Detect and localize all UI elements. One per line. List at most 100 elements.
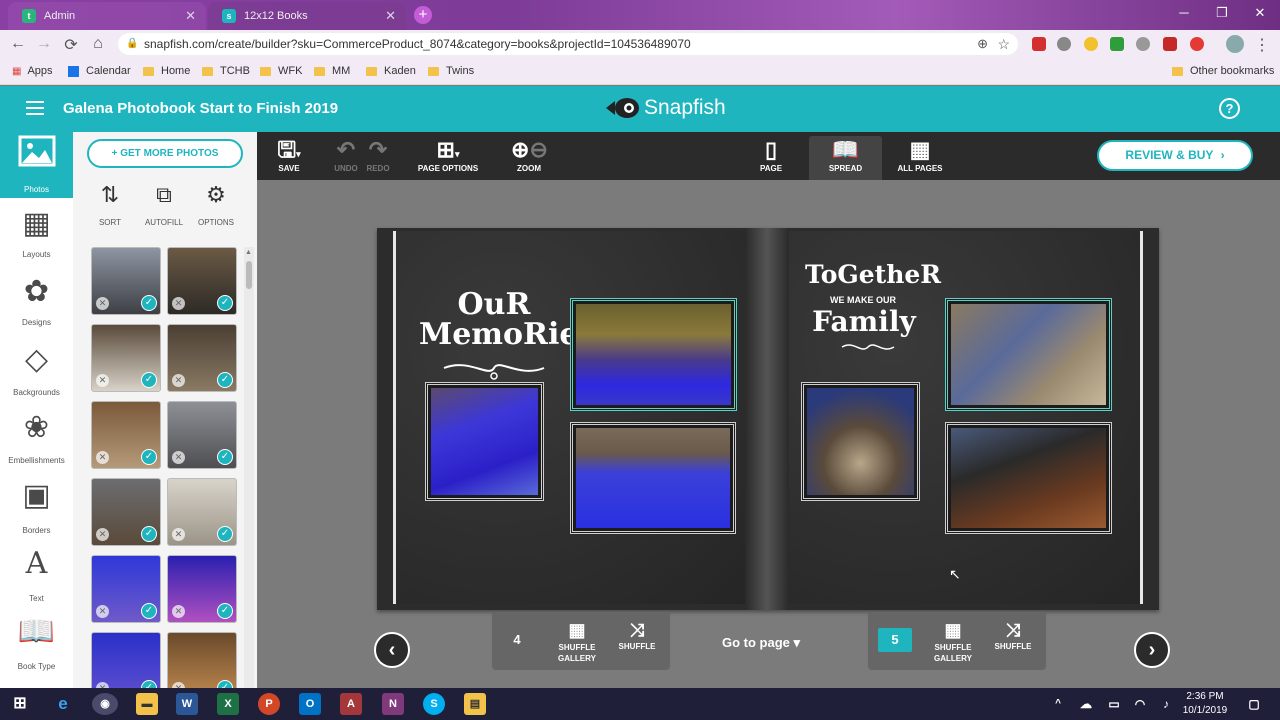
remove-photo-icon[interactable]: ✕ <box>96 297 109 310</box>
shuffle-gallery-button-left[interactable]: ▦ SHUFFLE GALLERY <box>552 618 602 664</box>
skype-icon[interactable]: S <box>423 693 445 715</box>
rail-item-layouts[interactable]: ▦ Layouts <box>0 206 73 259</box>
photo-thumbnail[interactable]: ✕ ✓ <box>167 478 237 546</box>
bookmark-kaden[interactable]: Kaden <box>366 65 416 77</box>
forward-icon[interactable]: → <box>34 35 54 53</box>
remove-photo-icon[interactable]: ✕ <box>172 528 185 541</box>
photo-thumbnail[interactable]: ✕ ✓ <box>91 632 161 688</box>
browser-menu-icon[interactable]: ⋮ <box>1252 35 1272 55</box>
onenote-icon[interactable]: N <box>382 693 404 715</box>
zoom-button[interactable]: ⊕⊖ ZOOM <box>511 136 548 173</box>
get-more-photos-button[interactable]: + GET MORE PHOTOS <box>87 139 243 168</box>
volume-icon[interactable]: ♪ <box>1156 693 1176 715</box>
autofill-button[interactable]: ⧉ AUTOFILL <box>139 180 189 227</box>
close-tab-icon[interactable]: ✕ <box>385 8 396 24</box>
extension-badge-icon[interactable] <box>1163 37 1177 51</box>
sticky-notes-icon[interactable]: ▤ <box>464 693 486 715</box>
url-input[interactable]: 🔒 snapfish.com/create/builder?sku=Commer… <box>118 33 1018 55</box>
file-explorer-icon[interactable]: ▬ <box>136 693 158 715</box>
review-and-buy-button[interactable]: REVIEW & BUY › <box>1097 140 1253 171</box>
redo-button[interactable]: ↷ REDO <box>363 136 393 173</box>
options-button[interactable]: ⚙ OPTIONS <box>191 180 241 227</box>
close-tab-icon[interactable]: ✕ <box>185 8 196 24</box>
extension-check-icon[interactable] <box>1110 37 1124 51</box>
save-button[interactable]: 🖫▾ SAVE <box>271 136 307 173</box>
rail-item-photos[interactable]: Photos <box>0 132 73 198</box>
photo-frame-checkers[interactable] <box>801 382 920 501</box>
page-options-button[interactable]: ⊞▾ PAGE OPTIONS <box>415 136 481 173</box>
shuffle-button-right[interactable]: ⤨ SHUFFLE <box>990 618 1036 651</box>
photo-frame-card-game[interactable] <box>945 422 1112 534</box>
maximize-button[interactable]: ❐ <box>1204 0 1240 28</box>
tab-admin[interactable]: t Admin ✕ <box>8 2 206 30</box>
bookmark-twins[interactable]: Twins <box>428 65 474 77</box>
photo-frame-board-game[interactable] <box>945 298 1112 411</box>
right-page-number[interactable]: 5 <box>878 628 912 652</box>
remove-photo-icon[interactable]: ✕ <box>172 374 185 387</box>
photo-thumbnail[interactable]: ✕ ✓ <box>167 401 237 469</box>
photo-thumbnail[interactable]: ✕ ✓ <box>91 478 161 546</box>
photo-thumbnail[interactable]: ✕ ✓ <box>91 324 161 392</box>
extension-yellow-icon[interactable] <box>1084 37 1098 51</box>
windows-start-icon[interactable]: ⊞ <box>9 693 31 715</box>
undo-button[interactable]: ↶ UNDO <box>331 136 361 173</box>
memories-title-text[interactable]: MemoRies <box>419 320 595 350</box>
close-window-button[interactable]: ✕ <box>1242 0 1278 28</box>
back-icon[interactable]: ← <box>8 35 28 53</box>
photo-thumbnail[interactable]: ✕ ✓ <box>167 247 237 315</box>
bookmark-apps[interactable]: ▦ Apps <box>12 65 53 77</box>
word-icon[interactable]: W <box>176 693 198 715</box>
next-page-button[interactable]: › <box>1134 632 1170 668</box>
remove-photo-icon[interactable]: ✕ <box>96 451 109 464</box>
tray-chevron-up-icon[interactable]: ^ <box>1050 693 1066 715</box>
extension-red-icon[interactable] <box>1032 37 1046 51</box>
photo-thumbnail[interactable]: ✕ ✓ <box>167 632 237 688</box>
scroll-up-icon[interactable]: ▲ <box>245 249 252 256</box>
powerpoint-icon[interactable]: P <box>258 693 280 715</box>
remove-photo-icon[interactable]: ✕ <box>172 451 185 464</box>
go-to-page-dropdown[interactable]: Go to page ▾ <box>722 635 800 651</box>
extension-lastpass-icon[interactable] <box>1190 37 1204 51</box>
bookmark-mm[interactable]: MM <box>314 65 350 77</box>
hamburger-menu-icon[interactable] <box>26 101 44 115</box>
extension-circle-icon[interactable] <box>1057 37 1071 51</box>
minimize-button[interactable]: ─ <box>1166 0 1202 28</box>
rail-item-designs[interactable]: ✿ Designs <box>0 274 73 327</box>
our-title-text[interactable]: OuR <box>427 290 561 320</box>
help-button[interactable]: ? <box>1219 98 1240 119</box>
together-title-text[interactable]: ToGetheR <box>805 262 941 287</box>
photo-frame-indoor-pool[interactable] <box>570 298 737 411</box>
zoom-page-icon[interactable]: ⊕ <box>977 33 988 55</box>
home-icon[interactable]: ⌂ <box>88 35 108 53</box>
rail-item-backgrounds[interactable]: ◇ Backgrounds <box>0 342 73 397</box>
photo-thumbnail[interactable]: ✕ ✓ <box>167 555 237 623</box>
extension-headphone-icon[interactable] <box>1136 37 1150 51</box>
wifi-icon[interactable]: ◠ <box>1130 693 1150 715</box>
panel-scrollbar[interactable]: ▲ <box>244 247 254 688</box>
scrollbar-thumb[interactable] <box>246 261 252 289</box>
page-view-button[interactable]: ▯ PAGE <box>751 136 791 173</box>
rail-item-borders[interactable]: ▣ Borders <box>0 478 73 535</box>
photo-thumbnail[interactable]: ✕ ✓ <box>167 324 237 392</box>
outlook-icon[interactable]: O <box>299 693 321 715</box>
bookmark-calendar[interactable]: Calendar <box>68 65 131 77</box>
onedrive-cloud-icon[interactable]: ☁ <box>1076 693 1096 715</box>
chrome-browser-icon[interactable]: ◉ <box>92 693 118 715</box>
profile-avatar-icon[interactable] <box>1226 35 1244 53</box>
all-pages-view-button[interactable]: ▦ ALL PAGES <box>895 136 945 173</box>
tab-12x12-books[interactable]: s 12x12 Books ✕ <box>208 2 406 30</box>
bookmark-star-icon[interactable]: ☆ <box>997 33 1010 55</box>
edge-browser-icon[interactable]: e <box>52 693 74 715</box>
bookmark-other[interactable]: Other bookmarks <box>1172 65 1274 77</box>
project-title[interactable]: Galena Photobook Start to Finish 2019 <box>63 100 338 117</box>
photo-frame-swimmers[interactable] <box>570 422 736 534</box>
snapfish-logo[interactable]: Snapfish <box>606 96 726 120</box>
reload-icon[interactable]: ⟳ <box>61 35 81 55</box>
bookmark-wfk[interactable]: WFK <box>260 65 302 77</box>
bookmark-tchb[interactable]: TCHB <box>202 65 250 77</box>
sort-button[interactable]: ⇅ SORT <box>85 180 135 227</box>
remove-photo-icon[interactable]: ✕ <box>96 605 109 618</box>
rail-item-text[interactable]: A Text <box>0 546 73 603</box>
new-tab-button[interactable]: + <box>414 6 432 24</box>
remove-photo-icon[interactable]: ✕ <box>96 528 109 541</box>
